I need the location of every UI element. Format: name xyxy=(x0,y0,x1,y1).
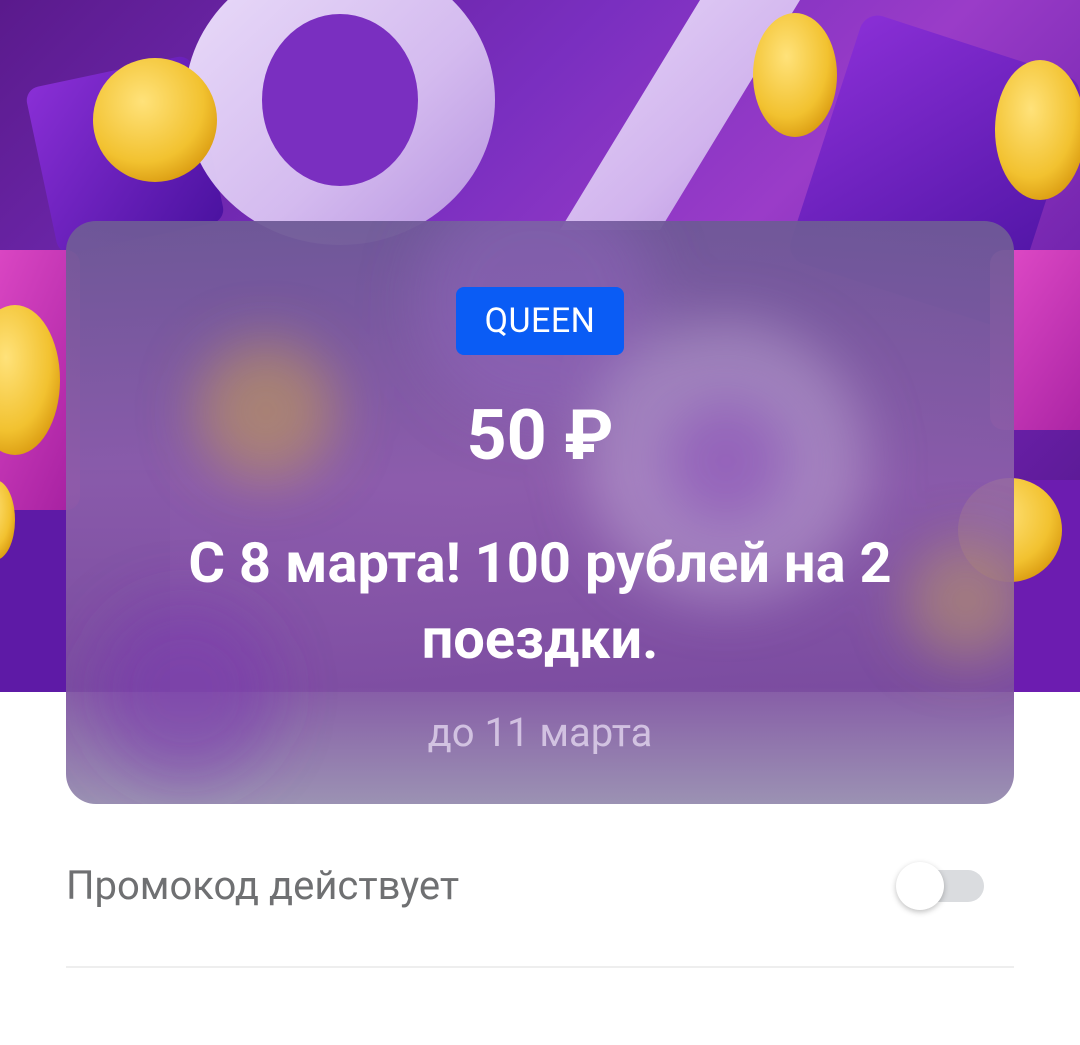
toggle-thumb xyxy=(896,862,944,910)
discount-amount: 50 ₽ xyxy=(466,395,614,477)
promo-status-label: Промокод действует xyxy=(66,862,460,909)
promo-detail-screen: QUEEN 50 ₽ С 8 марта! 100 рублей на 2 по… xyxy=(0,0,1080,1045)
promo-active-toggle[interactable] xyxy=(896,862,984,910)
promo-card: QUEEN 50 ₽ С 8 марта! 100 рублей на 2 по… xyxy=(66,221,1014,804)
promo-code-badge[interactable]: QUEEN xyxy=(456,287,624,355)
divider xyxy=(66,966,1014,968)
promo-title: С 8 марта! 100 рублей на 2 поездки. xyxy=(188,530,892,672)
promo-valid-until: до 11 марта xyxy=(427,709,653,756)
promo-status-row: Промокод действует xyxy=(66,850,1014,922)
